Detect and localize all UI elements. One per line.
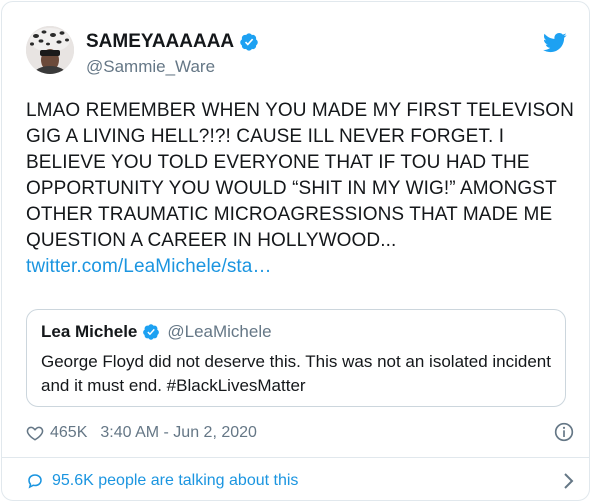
speech-bubble-icon — [28, 474, 42, 489]
footer-divider — [2, 457, 589, 458]
like-button[interactable]: 465K — [26, 424, 87, 442]
user-handle[interactable]: @Sammie_Ware — [86, 57, 215, 77]
quoted-tweet[interactable]: Lea Michele @LeaMichele George Floyd did… — [26, 309, 566, 407]
info-icon[interactable] — [554, 422, 574, 442]
user-display-name[interactable]: SAMEYAAAAAA — [86, 31, 234, 53]
tweet-text: LMAO REMEMBER WHEN YOU MADE MY FIRST TEL… — [26, 100, 574, 251]
quoted-tweet-header: Lea Michele @LeaMichele — [41, 322, 272, 342]
chevron-right-icon[interactable] — [562, 472, 574, 490]
avatar[interactable] — [26, 26, 74, 74]
tweet-card: SAMEYAAAAAA @Sammie_Ware LMAO REMEMBER W… — [1, 1, 590, 501]
conversation-count-text[interactable]: 95.6K people are talking about this — [52, 472, 298, 490]
tweet-meta: 465K 3:40 AM - Jun 2, 2020 — [26, 422, 574, 444]
quoted-tweet-text: George Floyd did not deserve this. This … — [41, 352, 551, 395]
twitter-bird-icon[interactable] — [543, 32, 567, 54]
conversation-link[interactable]: 95.6K people are talking about this — [26, 469, 574, 493]
quoted-user-name: Lea Michele — [41, 322, 138, 341]
quoted-user-handle: @LeaMichele — [167, 322, 272, 341]
tweet-link[interactable]: twitter.com/LeaMichele/sta… — [26, 254, 574, 280]
like-count: 465K — [50, 424, 88, 441]
verified-badge-icon — [240, 33, 258, 51]
user-display-name-row[interactable]: SAMEYAAAAAA — [86, 31, 259, 53]
heart-icon[interactable] — [26, 424, 44, 442]
tweet-timestamp[interactable]: 3:40 AM - Jun 2, 2020 — [100, 424, 257, 442]
leopard-print-avatar-icon — [26, 26, 74, 74]
verified-badge-icon — [143, 324, 160, 340]
tweet-body: LMAO REMEMBER WHEN YOU MADE MY FIRST TEL… — [26, 98, 574, 280]
